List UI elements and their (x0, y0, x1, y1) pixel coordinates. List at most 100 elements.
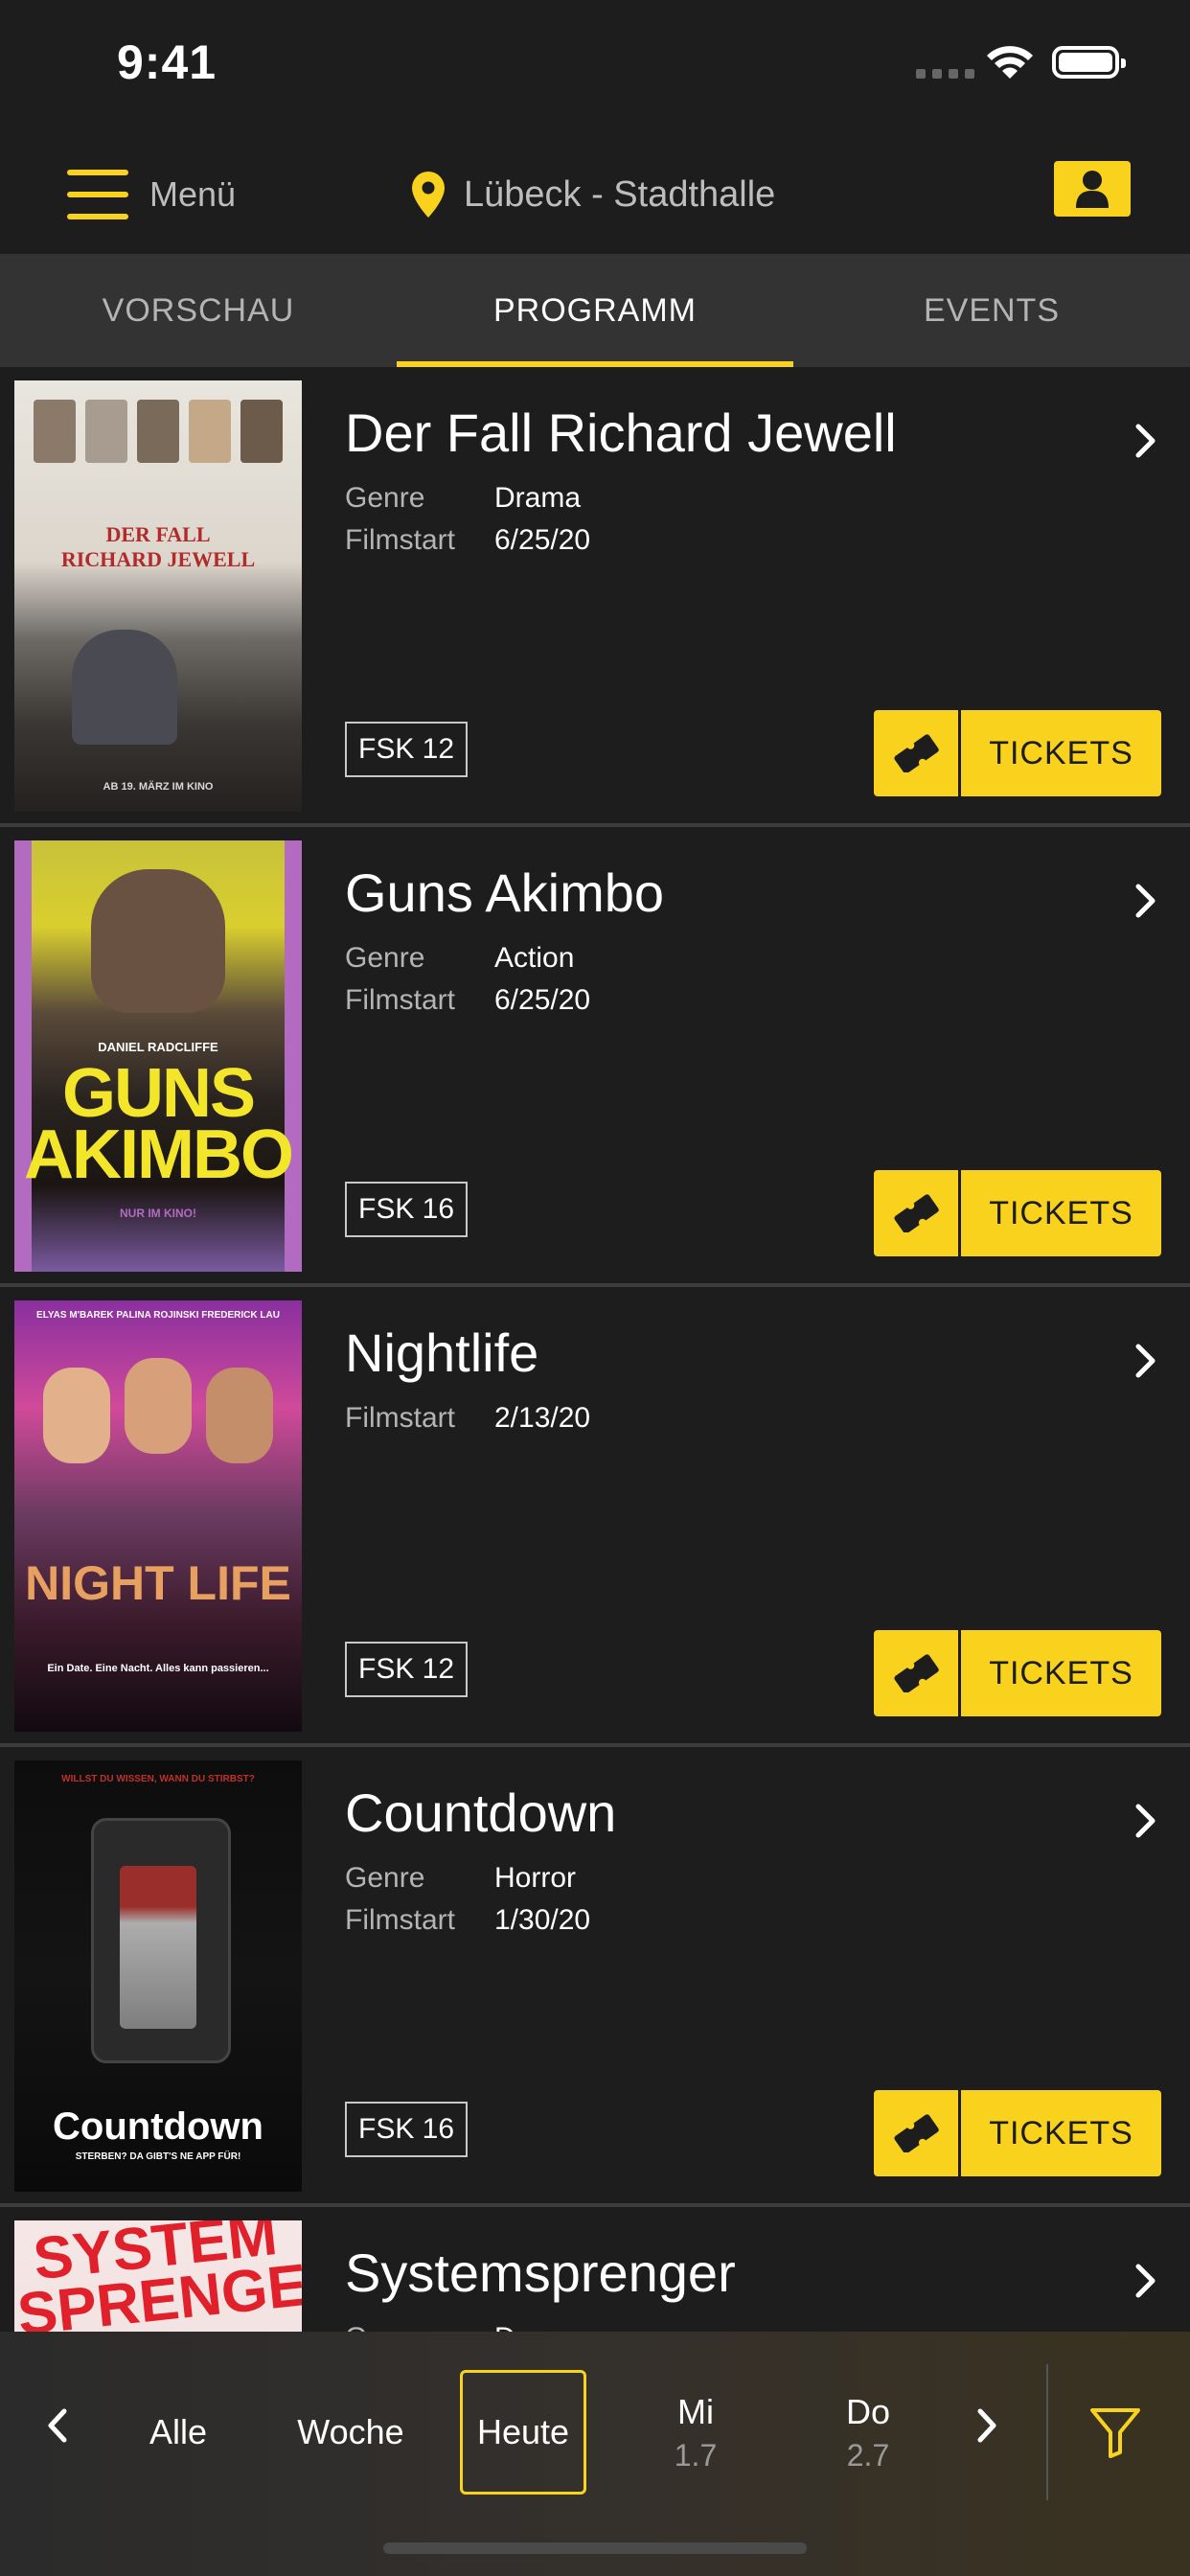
filmstart-label: Filmstart (345, 1904, 455, 1936)
tab-vorschau[interactable]: VORSCHAU (0, 254, 397, 367)
filter-label: Heute (476, 2412, 570, 2451)
genre-label: Genre (345, 482, 425, 514)
movie-poster[interactable]: ELYAS M'BAREK PALINA ROJINSKI FREDERICK … (14, 1300, 302, 1732)
wifi-icon (987, 46, 1033, 79)
tab-programm[interactable]: PROGRAMM (397, 254, 793, 367)
genre-label: Genre (345, 942, 425, 974)
genre-line: GenreDrama (345, 2322, 581, 2332)
hamburger-icon (67, 170, 128, 219)
filter-label: Mi (677, 2391, 714, 2431)
poster-text: DER FALL (105, 522, 211, 546)
movie-row[interactable]: ELYAS M'BAREK PALINA ROJINSKI FREDERICK … (0, 1287, 1190, 1747)
location-label: Lübeck - Stadthalle (464, 173, 776, 215)
tickets-label: TICKETS (961, 710, 1161, 796)
tickets-label: TICKETS (961, 2090, 1161, 2176)
tab-events[interactable]: EVENTS (793, 254, 1190, 367)
filter-heute[interactable]: Heute (460, 2370, 586, 2495)
chevron-right-icon[interactable] (1134, 1343, 1157, 1379)
genre-value: Drama (494, 482, 582, 514)
tickets-button[interactable]: TICKETS (874, 1170, 1161, 1256)
poster-text: NUR IM KINO! (120, 1207, 196, 1220)
filmstart-value: 6/25/20 (494, 524, 591, 556)
movie-poster[interactable]: DANIEL RADCLIFFE GUNS AKIMBO NUR IM KINO… (14, 840, 302, 1272)
fsk-badge: FSK 12 (345, 722, 469, 777)
poster-text: Countdown (53, 2105, 263, 2148)
chevron-right-icon[interactable] (1134, 423, 1157, 459)
filter-label: Alle (149, 2412, 208, 2451)
divider (1046, 2364, 1048, 2500)
filter-icon[interactable] (1088, 2406, 1142, 2458)
menu-button[interactable]: Menü (67, 163, 236, 226)
fsk-badge: FSK 16 (345, 1182, 469, 1237)
chevron-right-icon[interactable] (1134, 883, 1157, 919)
filmstart-label: Filmstart (345, 984, 455, 1016)
chevron-right-icon[interactable] (1134, 1803, 1157, 1839)
profile-button[interactable] (1054, 161, 1131, 217)
filmstart-line: Filmstart 1/30/20 (345, 1904, 590, 1937)
filter-label: Do (845, 2391, 891, 2431)
ticket-icon (874, 710, 961, 796)
movie-title[interactable]: Guns Akimbo (345, 862, 664, 924)
filter-label: Woche (297, 2412, 404, 2451)
fsk-badge: FSK 12 (345, 1642, 469, 1697)
chevron-left-icon[interactable] (46, 2406, 69, 2445)
tickets-label: TICKETS (961, 1170, 1161, 1256)
movie-poster[interactable]: SYSTEM SPRENGER (14, 2220, 302, 2332)
tab-bar: VORSCHAU PROGRAMM EVENTS (0, 254, 1190, 367)
poster-text: Ein Date. Eine Nacht. Alles kann passier… (47, 1663, 269, 1674)
movie-title[interactable]: Nightlife (345, 1322, 538, 1384)
filter-day-mi[interactable]: Mi 1.7 (638, 2370, 753, 2495)
tickets-button[interactable]: TICKETS (874, 2090, 1161, 2176)
genre-line: Genre Drama (345, 482, 581, 515)
genre-value: Horror (494, 1862, 577, 1894)
filmstart-line: Filmstart 2/13/20 (345, 1402, 590, 1435)
battery-icon (1052, 46, 1126, 79)
movie-poster[interactable]: DER FALL RICHARD JEWELL AB 19. MÄRZ IM K… (14, 380, 302, 812)
genre-label: Genre (345, 2322, 494, 2332)
filmstart-value: 1/30/20 (494, 1904, 591, 1936)
filter-day-do[interactable]: Do 2.7 (811, 2370, 926, 2495)
genre-value: Action (494, 942, 575, 974)
chevron-right-icon[interactable] (1134, 2263, 1157, 2299)
movie-poster[interactable]: WILLST DU WISSEN, WANN DU STIRBST? Count… (14, 1760, 302, 2192)
user-icon (1076, 171, 1109, 208)
genre-label: Genre (345, 1862, 425, 1894)
filter-date: 1.7 (674, 2437, 718, 2472)
filter-date: 2.7 (846, 2437, 890, 2472)
movie-row[interactable]: DER FALL RICHARD JEWELL AB 19. MÄRZ IM K… (0, 367, 1190, 827)
movie-title[interactable]: Der Fall Richard Jewell (345, 402, 897, 464)
location-selector[interactable]: Lübeck - Stadthalle (412, 163, 775, 226)
genre-value: Drama (494, 2322, 581, 2332)
filter-woche[interactable]: Woche (287, 2370, 414, 2495)
movie-title[interactable]: Countdown (345, 1782, 616, 1844)
status-time: 9:41 (117, 35, 217, 89)
poster-text: DANIEL RADCLIFFE (98, 1040, 218, 1054)
poster-text: ELYAS M'BAREK PALINA ROJINSKI FREDERICK … (36, 1310, 280, 1321)
poster-text: SYSTEM SPRENGER (14, 2220, 302, 2332)
tickets-button[interactable]: TICKETS (874, 710, 1161, 796)
date-filter-bar: Alle Woche Heute Mi 1.7 Do 2.7 (0, 2332, 1190, 2576)
movie-row[interactable]: WILLST DU WISSEN, WANN DU STIRBST? Count… (0, 1747, 1190, 2207)
tickets-button[interactable]: TICKETS (874, 1630, 1161, 1716)
movie-title[interactable]: Systemsprenger (345, 2242, 736, 2304)
ticket-icon (874, 2090, 961, 2176)
fsk-badge: FSK 16 (345, 2102, 469, 2157)
filter-alle[interactable]: Alle (121, 2370, 236, 2495)
filmstart-value: 2/13/20 (494, 1402, 591, 1434)
filmstart-line: Filmstart 6/25/20 (345, 984, 590, 1017)
filmstart-label: Filmstart (345, 1402, 455, 1434)
poster-text: GUNS AKIMBO (24, 1055, 294, 1193)
home-indicator (383, 2542, 807, 2554)
movie-row[interactable]: SYSTEM SPRENGER Systemsprenger GenreDram… (0, 2207, 1190, 2332)
genre-line: Genre Horror (345, 1862, 576, 1895)
tickets-label: TICKETS (961, 1630, 1161, 1716)
ticket-icon (874, 1630, 961, 1716)
poster-text: WILLST DU WISSEN, WANN DU STIRBST? (61, 1774, 255, 1784)
ticket-icon (874, 1170, 961, 1256)
movie-row[interactable]: DANIEL RADCLIFFE GUNS AKIMBO NUR IM KINO… (0, 827, 1190, 1287)
poster-text: AB 19. MÄRZ IM KINO (103, 781, 214, 793)
status-bar: 9:41 (0, 0, 1190, 134)
movie-list[interactable]: DER FALL RICHARD JEWELL AB 19. MÄRZ IM K… (0, 367, 1190, 2332)
chevron-right-icon[interactable] (975, 2406, 998, 2445)
poster-text: STERBEN? DA GIBT'S NE APP FÜR! (75, 2151, 241, 2162)
